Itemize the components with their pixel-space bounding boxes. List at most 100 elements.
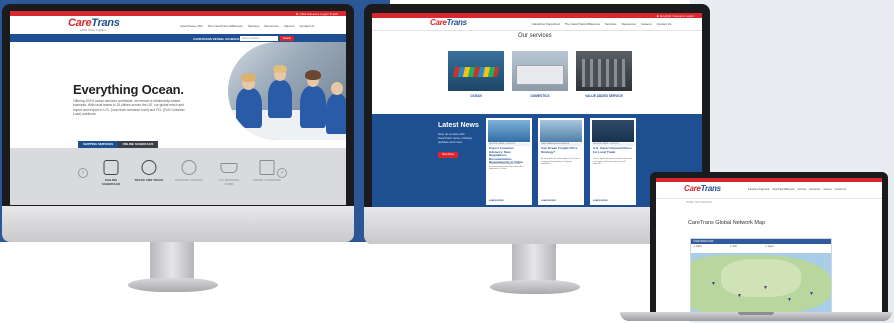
photo-hair	[305, 70, 321, 80]
photo-hair	[273, 65, 287, 73]
site-header: CareTrans Global Ocean Logistics Care/Tr…	[10, 16, 346, 35]
main-nav: Industries Supported The Care/Trans Diff…	[532, 22, 671, 26]
search-button[interactable]: Search	[280, 35, 294, 41]
nav-item[interactable]: Industries Supported	[748, 189, 769, 191]
calendar-icon	[103, 160, 119, 175]
photo-head	[331, 82, 343, 95]
ocean-service-image[interactable]	[448, 51, 504, 91]
network-map-widget[interactable]: CARETRANS MAP ▼ Office ▼ Port ▼ Agent ▼ …	[690, 238, 832, 312]
tool-label: BOOKING CENTER	[175, 178, 203, 182]
services-heading: Our services	[518, 33, 552, 39]
hero-title: Everything Ocean.	[73, 82, 184, 97]
tool-booking-center[interactable]: BOOKING CENTER	[174, 154, 204, 202]
map-toolbar: CARETRANS MAP	[691, 239, 831, 244]
site-header: CareTrans Industries Supported The Care/…	[372, 18, 702, 31]
schedule-search-bar: CARETRANS VESSEL SCHEDULES Select Locati…	[10, 34, 346, 42]
legend-port[interactable]: ▼ Port	[730, 246, 737, 248]
hero-description: Offering 100% ocean services worldwide, …	[73, 99, 185, 117]
main-nav: Industries Supported Care/Trans Differen…	[748, 189, 846, 191]
photo-person	[236, 88, 262, 128]
ship-icon	[220, 163, 238, 173]
marketing-scene: ⊕ USA Careers Login Track CareTrans Glob…	[0, 0, 894, 323]
landmass-graphic	[721, 259, 801, 297]
caretrans-logo[interactable]: CareTrans	[430, 18, 467, 27]
tool-label: WEEKLY BOOKING	[253, 178, 281, 182]
tool-sailing-schedules[interactable]: SAILING SCHEDULES	[96, 154, 126, 202]
nav-item[interactable]: Careers	[284, 24, 295, 28]
warehouse-graphic	[582, 59, 626, 87]
tool-label: SAILING SCHEDULES	[101, 178, 121, 186]
nav-item[interactable]: Resources	[264, 24, 278, 28]
service-label[interactable]: OCEAN	[448, 94, 504, 98]
map-area[interactable]: ▼ ▼ ▼ ▼ ▼	[691, 253, 831, 312]
tool-track-and-trace[interactable]: TRACK AND TRACE	[134, 154, 164, 202]
nav-item[interactable]: Care/Trans Difference	[772, 189, 794, 191]
nav-item[interactable]: Contact Us	[835, 189, 846, 191]
main-nav: Care/Trans+ PRI The Care/Trans Differenc…	[180, 24, 314, 28]
logo-tagline: Global Ocean Logistics	[80, 29, 106, 32]
map-marker-icon[interactable]: ▼	[787, 297, 792, 303]
nav-item[interactable]: Industries Supported	[532, 22, 560, 26]
news-card-image	[592, 120, 634, 142]
caretrans-logo[interactable]: CareTrans	[68, 17, 120, 29]
nav-item[interactable]: Resources	[809, 189, 820, 191]
map-marker-icon[interactable]: ▼	[711, 281, 716, 287]
map-marker-icon[interactable]: ▼	[809, 291, 814, 297]
left-monitor: ⊕ USA Careers Login Track CareTrans Glob…	[2, 4, 354, 242]
legend-agent[interactable]: ▼ Agent	[765, 246, 774, 248]
news-card-description: As we explore the advantages of an Ocean…	[541, 158, 580, 166]
news-card-title[interactable]: U.S. Import Demand Rises for Local Trade	[593, 146, 633, 154]
domestics-service-image[interactable]	[512, 51, 568, 91]
left-monitor-stand	[150, 242, 194, 282]
legend-office[interactable]: ▼ Office	[693, 246, 702, 248]
photo-person	[268, 80, 292, 118]
map-marker-icon[interactable]: ▼	[763, 285, 768, 291]
laptop-screen: CareTrans Industries Supported Care/Tran…	[656, 178, 882, 312]
learn-more-link[interactable]: LEARN MORE	[489, 200, 504, 202]
tool-lcl-booking-form[interactable]: LCL BOOKING FORM	[214, 154, 244, 202]
quick-tools-panel: ‹ › SAILING SCHEDULES TRACK AND TRACE BO…	[10, 148, 346, 205]
target-icon	[141, 160, 157, 175]
nav-item[interactable]: Contact Us	[657, 22, 672, 26]
news-card[interactable]: INDUSTRY NEWS / LOGISTICS U.S. Import De…	[590, 118, 636, 205]
map-marker-icon[interactable]: ▼	[737, 293, 742, 299]
value-added-service-image[interactable]	[576, 51, 632, 91]
nav-item[interactable]: Services	[248, 24, 260, 28]
news-card-image	[540, 120, 582, 142]
nav-item[interactable]: The Care/Trans Difference	[565, 22, 600, 26]
news-card[interactable]: CARETRANS ANNOUNCEMENTS Can Ocean Freigh…	[538, 118, 584, 205]
tool-weekly-booking[interactable]: WEEKLY BOOKING	[252, 154, 282, 202]
nav-item[interactable]: Careers	[823, 189, 831, 191]
service-label[interactable]: VALUE ADDED SERVICE	[576, 94, 632, 98]
learn-more-link[interactable]: LEARN MORE	[593, 200, 608, 202]
nav-item[interactable]: Care/Trans+ PRI	[180, 24, 202, 28]
caretrans-logo[interactable]: CareTrans	[684, 184, 721, 193]
schedule-search-label: CARETRANS VESSEL SCHEDULES	[193, 36, 244, 41]
news-card-title[interactable]: Can Ocean Freight OTI a Strategy?	[541, 146, 581, 154]
container-ship-graphic	[452, 67, 500, 77]
middle-monitor-stand	[512, 244, 556, 284]
learn-more-link[interactable]: LEARN MORE	[541, 200, 556, 202]
site-header: CareTrans Industries Supported Care/Tran…	[656, 182, 882, 199]
nav-item[interactable]: The Care/Trans Difference	[207, 24, 242, 28]
photo-person	[300, 86, 326, 128]
news-card[interactable]: INDUSTRY NEWS / LOGISTICS Export Custome…	[486, 118, 532, 205]
service-label[interactable]: DOMESTICS	[512, 94, 568, 98]
view-more-button[interactable]: View More	[438, 152, 458, 158]
nav-item[interactable]: Resources	[622, 22, 636, 26]
nav-item[interactable]: Services	[605, 22, 617, 26]
nav-item[interactable]: Careers	[641, 22, 652, 26]
truck-trailer-graphic	[516, 65, 564, 85]
news-subtitle: Stay up-to-date with CareTrans news, ind…	[438, 132, 473, 144]
tab-online-schedules[interactable]: ONLINE SCHEDULES	[118, 141, 158, 148]
laptop-lid: CareTrans Industries Supported Care/Tran…	[650, 172, 888, 312]
news-card-description: Care/Trans informs shippers of new docum…	[489, 163, 524, 171]
breadcrumb[interactable]: HOME / NETWORK MAP	[686, 202, 712, 204]
nav-item[interactable]: Contact Us	[299, 24, 314, 28]
photo-person	[326, 94, 346, 134]
left-monitor-screen: ⊕ USA Careers Login Track CareTrans Glob…	[10, 11, 346, 205]
nav-item[interactable]: Services	[798, 189, 807, 191]
location-select[interactable]: Select Location	[240, 35, 278, 41]
prev-arrow-icon[interactable]: ‹	[78, 168, 88, 178]
tab-shipping-services[interactable]: SHIPPING SERVICES	[78, 141, 118, 148]
